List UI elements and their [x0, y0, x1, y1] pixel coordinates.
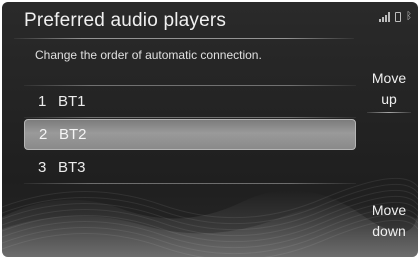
move-down-label-line1: Move [371, 202, 407, 218]
player-number: 2 [39, 126, 48, 143]
move-up-label-line2: up [381, 91, 397, 107]
signal-strength-icon [379, 12, 390, 22]
phone-battery-icon [395, 12, 401, 22]
audio-players-screen: Preferred audio players ᛒ Change the ord… [2, 2, 418, 257]
move-up-underline [367, 112, 411, 113]
player-list-item[interactable]: 1 BT1 [24, 86, 356, 118]
page-title: Preferred audio players [24, 10, 227, 31]
move-down-label-line2: down [372, 223, 406, 239]
move-up-button[interactable]: Move up [362, 68, 416, 113]
player-name: BT2 [59, 126, 87, 143]
player-number: 3 [38, 159, 47, 176]
status-bar: ᛒ [379, 12, 412, 22]
player-list: 1 BT1 2 BT2 3 BT3 [24, 86, 356, 184]
player-number: 1 [38, 93, 47, 110]
row-divider [24, 183, 356, 184]
player-name: BT1 [58, 93, 86, 110]
player-list-item-selected[interactable]: 2 BT2 [24, 119, 356, 150]
bluetooth-icon: ᛒ [406, 11, 412, 22]
row-divider [24, 117, 356, 118]
instruction-text: Change the order of automatic connection… [35, 48, 262, 62]
player-list-item[interactable]: 3 BT3 [24, 152, 356, 184]
title-divider [14, 38, 354, 39]
player-name: BT3 [58, 159, 86, 176]
move-down-button[interactable]: Move down [362, 200, 416, 242]
move-up-label-line1: Move [371, 70, 407, 86]
